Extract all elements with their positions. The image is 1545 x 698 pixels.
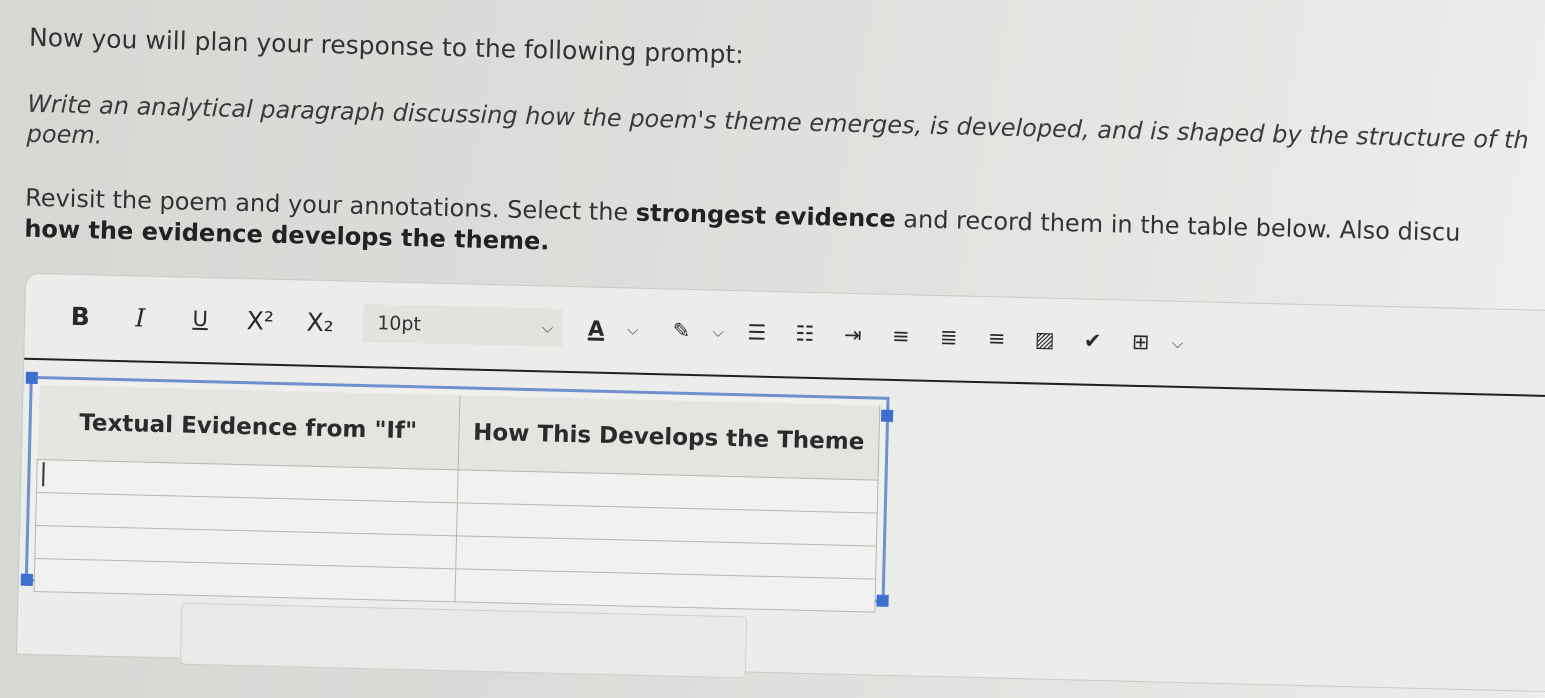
table-icon[interactable]: ⊞ [1123,322,1158,363]
evidence-table-selection[interactable]: Textual Evidence from "If" How This Deve… [20,371,894,613]
table-chevron-icon[interactable]: ⌵ [1172,334,1184,352]
header-textual-evidence[interactable]: Textual Evidence from "If" [37,385,460,470]
instr-bold: strongest evidence [635,198,897,233]
font-size-select[interactable]: 10pt ⌵ [362,303,564,347]
image-icon[interactable]: ▨ [1027,319,1062,360]
resize-handle-bottom-left[interactable] [20,573,33,586]
highlight-icon[interactable]: ✎ [664,310,699,351]
writing-prompt: Write an analytical paragraph discussing… [26,89,1545,186]
font-color-button[interactable]: A [579,308,614,349]
superscript-button[interactable]: X² [243,300,278,341]
submit-area [179,602,748,679]
resize-handle-top-left[interactable] [25,371,38,385]
numbered-list-icon[interactable]: ☷ [787,313,822,354]
indent-icon[interactable]: ⇥ [835,315,870,356]
font-size-value: 10pt [376,312,422,336]
font-color-chevron-icon[interactable]: ⌵ [627,320,639,338]
align-center-icon[interactable]: ≣ [931,317,966,358]
instructions: Revisit the poem and your annotations. S… [24,183,1545,282]
bullet-list-icon[interactable]: ☰ [739,312,774,353]
subscript-button[interactable]: X₂ [303,302,338,343]
spellcheck-icon[interactable]: ✔ [1075,320,1110,361]
font-color-label: A [587,316,605,341]
highlight-chevron-icon[interactable]: ⌵ [712,323,724,341]
assignment-page: Now you will plan your response to the f… [0,0,1545,693]
header-develops-theme[interactable]: How This Develops the Theme [457,395,880,481]
intro-text: Now you will plan your response to the f… [28,22,745,70]
text-cursor [42,462,45,487]
evidence-table: Textual Evidence from "If" How This Deve… [34,385,881,613]
resize-handle-top-right[interactable] [880,409,894,422]
align-left-icon[interactable]: ≡ [883,316,918,357]
resize-handle-bottom-right[interactable] [876,594,889,607]
bold-button[interactable]: B [63,296,98,337]
underline-button[interactable]: U [183,299,218,340]
align-right-icon[interactable]: ≡ [979,318,1014,359]
chevron-down-icon: ⌵ [541,318,554,337]
italic-button[interactable]: I [123,297,158,338]
